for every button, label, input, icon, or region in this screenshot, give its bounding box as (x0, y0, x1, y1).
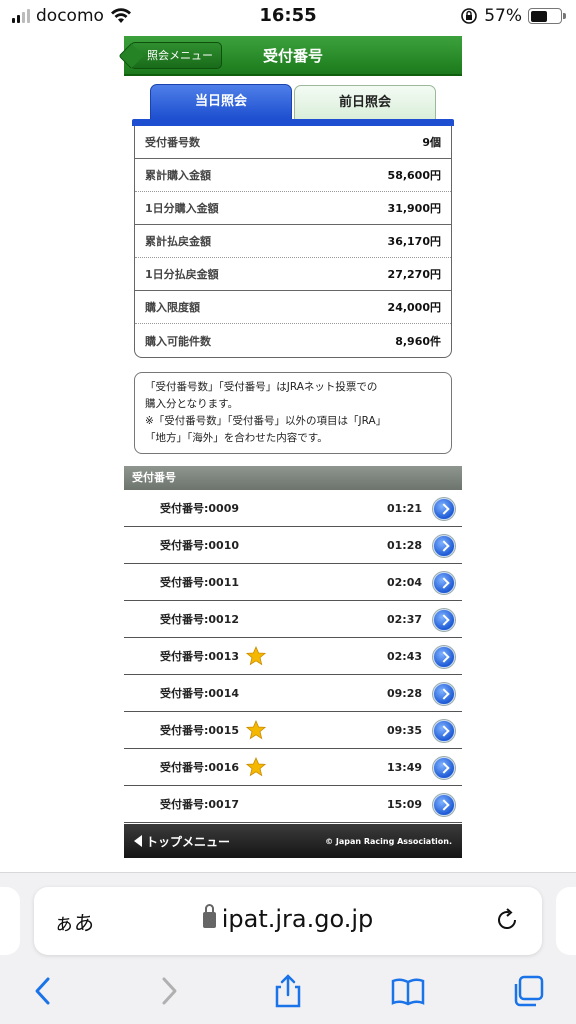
page-footer: トップメニュー © Japan Racing Association. (124, 824, 462, 858)
summary-value: 24,000円 (387, 301, 441, 314)
back-icon[interactable] (26, 973, 62, 1009)
chevron-right-icon[interactable] (433, 646, 455, 668)
top-menu-label: トップメニュー (146, 834, 231, 849)
receipt-list-item[interactable]: 受付番号:0012 02:37 (124, 601, 462, 638)
receipt-number: 受付番号:0014 (160, 687, 240, 700)
top-menu-link[interactable]: トップメニュー (134, 833, 230, 850)
receipt-time: 01:21 (386, 501, 422, 515)
receipt-list-item[interactable]: 受付番号:0010 01:28 (124, 527, 462, 564)
summary-value: 58,600円 (387, 169, 441, 182)
summary-row: 購入限度額 24,000円 (135, 291, 451, 324)
info-note: 「受付番号数」「受付番号」はJRAネット投票での 購入分となります。 ※「受付番… (134, 372, 452, 454)
battery-icon (528, 8, 566, 24)
receipt-list-item[interactable]: 受付番号:0009 01:21 (124, 490, 462, 527)
receipt-list-item[interactable]: 受付番号:0011 02:04 (124, 564, 462, 601)
browser-toolbar: ぁあ ipat.jra.go.jp (0, 872, 576, 1024)
receipt-list-item[interactable]: 受付番号:0016 13:49 (124, 749, 462, 786)
star-icon (245, 719, 267, 740)
chevron-right-icon[interactable] (433, 535, 455, 557)
inquiry-tabs: 当日照会 前日照会 (124, 84, 462, 128)
summary-label: 1日分購入金額 (145, 202, 219, 215)
page-header: 照会メニュー 受付番号 (124, 36, 462, 76)
receipt-number: 受付番号:0017 (160, 798, 240, 811)
receipt-time: 13:49 (386, 760, 422, 774)
receipt-number: 受付番号:0010 (160, 539, 240, 552)
receipt-list-header: 受付番号 (124, 466, 462, 490)
bookmarks-icon[interactable] (390, 973, 426, 1009)
receipt-time: 01:28 (386, 538, 422, 552)
receipt-list-item[interactable]: 受付番号:0014 09:28 (124, 675, 462, 712)
tab-previous-day[interactable]: 前日照会 (294, 85, 436, 121)
back-triangle-icon (134, 835, 142, 847)
summary-label: 1日分払戻金額 (145, 268, 219, 281)
star-icon (245, 645, 267, 666)
note-line: 「地方」「海外」を合わせた内容です。 (145, 432, 328, 444)
receipt-number: 受付番号:0012 (160, 613, 240, 626)
receipt-number: 受付番号:0013 (160, 650, 240, 663)
summary-table: 受付番号数 9個 累計購入金額 58,600円 1日分購入金額 31,900円 累計払… (134, 126, 452, 358)
note-line: 購入分となります。 (145, 398, 239, 410)
address-bar[interactable]: ぁあ ipat.jra.go.jp (34, 887, 542, 955)
summary-value: 31,900円 (387, 202, 441, 215)
receipt-list-item[interactable]: 受付番号:0015 09:35 (124, 712, 462, 749)
chevron-right-icon[interactable] (433, 572, 455, 594)
receipt-time: 02:04 (386, 575, 422, 589)
summary-row: 累計払戻金額 36,170円 (135, 225, 451, 258)
summary-value: 8,960件 (395, 334, 441, 348)
receipt-time: 09:28 (386, 686, 422, 700)
star-icon (245, 756, 267, 777)
receipt-list: 受付番号:0009 01:21 受付番号:0010 01:28 受付番号:0011 02:… (124, 490, 462, 823)
status-bar: docomo 16:55 57% (0, 0, 576, 34)
summary-value: 36,170円 (387, 235, 441, 248)
summary-label: 購入限度額 (145, 301, 200, 314)
receipt-number: 受付番号:0009 (160, 502, 240, 515)
lock-icon (202, 904, 216, 928)
summary-label: 受付番号数 (145, 136, 200, 149)
reload-icon[interactable] (494, 907, 520, 933)
next-tab-preview[interactable] (556, 887, 576, 955)
summary-row: 1日分払戻金額 27,270円 (135, 258, 451, 291)
tab-today[interactable]: 当日照会 (150, 84, 292, 120)
summary-label: 購入可能件数 (145, 334, 211, 348)
summary-row: 累計購入金額 58,600円 (135, 159, 451, 192)
url-label: ipat.jra.go.jp (221, 905, 374, 933)
receipt-number: 受付番号:0016 (160, 761, 240, 774)
receipt-time: 09:35 (386, 723, 422, 737)
note-line: ※「受付番号数」「受付番号」以外の項目は「JRA」 (145, 415, 387, 427)
note-line: 「受付番号数」「受付番号」はJRAネット投票での (145, 381, 378, 393)
page-title: 受付番号 (262, 47, 323, 65)
receipt-number: 受付番号:0015 (160, 724, 240, 737)
chevron-right-icon[interactable] (433, 757, 455, 779)
forward-icon[interactable] (150, 973, 186, 1009)
receipt-list-item[interactable]: 受付番号:0013 02:43 (124, 638, 462, 675)
orientation-lock-icon (461, 8, 478, 24)
status-right: 57% (460, 6, 566, 26)
battery-percent: 57% (484, 6, 522, 26)
chevron-right-icon[interactable] (433, 683, 455, 705)
page-content: 照会メニュー 受付番号 当日照会 前日照会 受付番号数 9個 累計購入金額 58,6… (124, 36, 462, 858)
copyright: © Japan Racing Association. (325, 836, 452, 846)
receipt-time: 02:43 (386, 649, 422, 663)
receipt-number: 受付番号:0011 (160, 576, 240, 589)
chevron-right-icon[interactable] (433, 794, 455, 816)
url-text: ipat.jra.go.jp (34, 904, 542, 933)
summary-row: 購入可能件数 8,960件 (135, 324, 451, 357)
receipt-time: 15:09 (386, 797, 422, 811)
summary-row: 受付番号数 9個 (135, 126, 451, 159)
chevron-right-icon[interactable] (433, 609, 455, 631)
chevron-right-icon[interactable] (433, 720, 455, 742)
tab-underline (132, 119, 454, 126)
previous-tab-preview[interactable] (0, 887, 20, 955)
summary-row: 1日分購入金額 31,900円 (135, 192, 451, 225)
tabs-icon[interactable] (510, 973, 546, 1009)
summary-label: 累計払戻金額 (145, 235, 211, 248)
receipt-time: 02:37 (386, 612, 422, 626)
summary-value: 27,270円 (387, 268, 441, 281)
receipt-list-item[interactable]: 受付番号:0017 15:09 (124, 786, 462, 823)
summary-value: 9個 (422, 136, 441, 149)
chevron-right-icon[interactable] (433, 498, 455, 520)
summary-label: 累計購入金額 (145, 169, 211, 182)
share-icon[interactable] (270, 973, 306, 1009)
